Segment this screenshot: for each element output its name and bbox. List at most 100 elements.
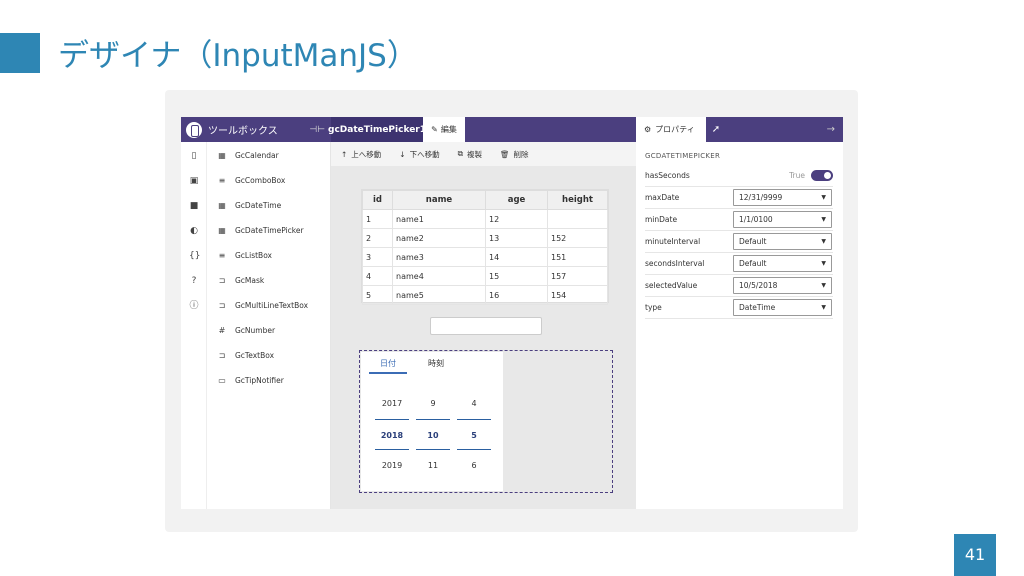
file-icon[interactable]: ▯: [189, 151, 199, 161]
tab-edit-label: 編集: [440, 125, 457, 134]
title-accent-square: [0, 33, 40, 73]
list-icon: ≡: [218, 250, 226, 260]
year-column[interactable]: 2017 2018 2019: [375, 388, 409, 481]
save-icon[interactable]: ▣: [189, 176, 199, 186]
grid-cell[interactable]: name5: [392, 285, 486, 305]
tab-time[interactable]: 時刻: [417, 358, 455, 374]
calendar-icon: ▦: [218, 150, 226, 160]
selectedvalue-select[interactable]: 10/5/2018 ▼: [733, 277, 832, 294]
move-down-button[interactable]: ↓ 下へ移動: [399, 149, 439, 160]
palette-icon[interactable]: ◐: [189, 226, 199, 236]
maxdate-select[interactable]: 12/31/9999 ▼: [733, 189, 832, 206]
year-selected[interactable]: 2018: [375, 419, 409, 450]
data-grid[interactable]: id name age height 1 name1 12 2 name2 13 152 …: [361, 189, 609, 305]
datetime-picker-control[interactable]: 日付 時刻 2017 2018 2019 9 10 11 4 5 6: [359, 350, 613, 493]
grid-cell[interactable]: 14: [485, 247, 548, 267]
mindate-select[interactable]: 1/1/0100 ▼: [733, 211, 832, 228]
grid-cell[interactable]: 5: [362, 285, 393, 305]
day-option[interactable]: 4: [457, 388, 491, 419]
grid-header-age[interactable]: age: [485, 190, 548, 210]
secondsinterval-select[interactable]: Default ▼: [733, 255, 832, 272]
grid-cell[interactable]: 4: [362, 266, 393, 286]
duplicate-label: 複製: [466, 149, 482, 159]
grid-cell[interactable]: 13: [485, 228, 548, 248]
grid-header-id[interactable]: id: [362, 190, 393, 210]
app-logo-icon: [186, 121, 202, 138]
tab-edit[interactable]: ✎ 編集: [423, 117, 465, 142]
toolbox-item[interactable]: ≡ GcComboBox: [217, 173, 286, 187]
select-value: DateTime: [739, 303, 776, 312]
move-up-label: 上へ移動: [351, 149, 382, 159]
toolbox-item[interactable]: # GcNumber: [217, 323, 275, 337]
picker-panel: 日付 時刻 2017 2018 2019 9 10 11 4 5 6: [361, 352, 503, 491]
pencil-icon: ✎: [431, 125, 438, 134]
prop-row-hasseconds: hasSeconds True: [645, 165, 833, 187]
table-row[interactable]: 2 name2 13 152: [362, 228, 608, 248]
day-selected[interactable]: 5: [457, 419, 491, 450]
cursor-icon[interactable]: ➚: [706, 117, 726, 142]
grid-cell[interactable]: 157: [547, 266, 608, 286]
month-option[interactable]: 9: [416, 388, 450, 419]
grid-cell[interactable]: [547, 209, 608, 229]
day-option[interactable]: 6: [457, 450, 491, 481]
grid-cell[interactable]: 12: [485, 209, 548, 229]
toggle-value: True: [789, 171, 805, 180]
grid-cell[interactable]: 154: [547, 285, 608, 305]
grid-cell[interactable]: 2: [362, 228, 393, 248]
collapse-arrow-icon[interactable]: →: [827, 117, 835, 142]
pin-icon[interactable]: ⊣⊢: [309, 125, 325, 135]
grid-table: id name age height 1 name1 12 2 name2 13 152 …: [362, 190, 608, 305]
grid-cell[interactable]: 1: [362, 209, 393, 229]
grid-cell[interactable]: name4: [392, 266, 486, 286]
day-column[interactable]: 4 5 6: [457, 388, 491, 481]
year-option[interactable]: 2017: [375, 388, 409, 419]
tab-gcdatetimepicker1[interactable]: gcDateTimePicker1: [328, 117, 426, 142]
grid-header-height[interactable]: height: [547, 190, 608, 210]
month-option[interactable]: 11: [416, 450, 450, 481]
year-option[interactable]: 2019: [375, 450, 409, 481]
toolbox-item[interactable]: ▦ GcDateTimePicker: [217, 223, 303, 237]
toolbox-item-label: GcComboBox: [235, 175, 286, 185]
toolbox-item[interactable]: ▦ GcCalendar: [217, 148, 278, 162]
grid-cell[interactable]: 16: [485, 285, 548, 305]
grid-cell[interactable]: name1: [392, 209, 486, 229]
grid-header-name[interactable]: name: [392, 190, 486, 210]
toolbox-item[interactable]: ⊐ GcMask: [217, 273, 265, 287]
grid-cell[interactable]: 151: [547, 247, 608, 267]
move-up-button[interactable]: ↑ 上へ移動: [341, 149, 381, 160]
delete-button[interactable]: 🗑 削除: [500, 149, 529, 160]
table-row[interactable]: 1 name1 12: [362, 209, 608, 229]
code-icon[interactable]: {}: [189, 251, 200, 261]
toolbox-item[interactable]: ▭ GcTipNotifier: [217, 373, 284, 387]
grid-cell[interactable]: name2: [392, 228, 486, 248]
help-icon[interactable]: ?: [189, 276, 199, 286]
info-icon[interactable]: ⓘ: [189, 301, 199, 311]
grid-cell[interactable]: 152: [547, 228, 608, 248]
toolbox-item-label: GcMultiLineTextBox: [235, 300, 309, 310]
prop-label: secondsInterval: [645, 259, 705, 268]
minuteinterval-select[interactable]: Default ▼: [733, 233, 832, 250]
grid-cell[interactable]: name3: [392, 247, 486, 267]
toolbox-item[interactable]: ▦ GcDateTime: [217, 198, 281, 212]
month-column[interactable]: 9 10 11: [416, 388, 450, 481]
duplicate-button[interactable]: ⧉ 複製: [458, 149, 482, 160]
briefcase-icon[interactable]: ■: [189, 201, 199, 211]
grid-cell[interactable]: 3: [362, 247, 393, 267]
toolbox-item[interactable]: ≡ GcListBox: [217, 248, 272, 262]
text-box-control[interactable]: [430, 317, 542, 335]
toolbox-item[interactable]: ⊐ GcMultiLineTextBox: [217, 298, 308, 312]
canvas[interactable]: id name age height 1 name1 12 2 name2 13 152 …: [331, 166, 636, 509]
hasseconds-toggle[interactable]: [811, 170, 833, 181]
grid-cell[interactable]: 15: [485, 266, 548, 286]
table-row[interactable]: 5 name5 16 154: [362, 285, 608, 305]
textbox-icon: ⊐: [218, 350, 226, 360]
toolbox-item[interactable]: ⊐ GcTextBox: [217, 348, 274, 362]
type-select[interactable]: DateTime ▼: [733, 299, 832, 316]
tab-date[interactable]: 日付: [369, 358, 407, 374]
table-row[interactable]: 4 name4 15 157: [362, 266, 608, 286]
tab-properties[interactable]: ⚙ プロパティ: [636, 117, 706, 142]
toolbox-item-label: GcTipNotifier: [235, 375, 284, 385]
month-selected[interactable]: 10: [416, 419, 450, 450]
select-value: Default: [739, 259, 767, 268]
table-row[interactable]: 3 name3 14 151: [362, 247, 608, 267]
